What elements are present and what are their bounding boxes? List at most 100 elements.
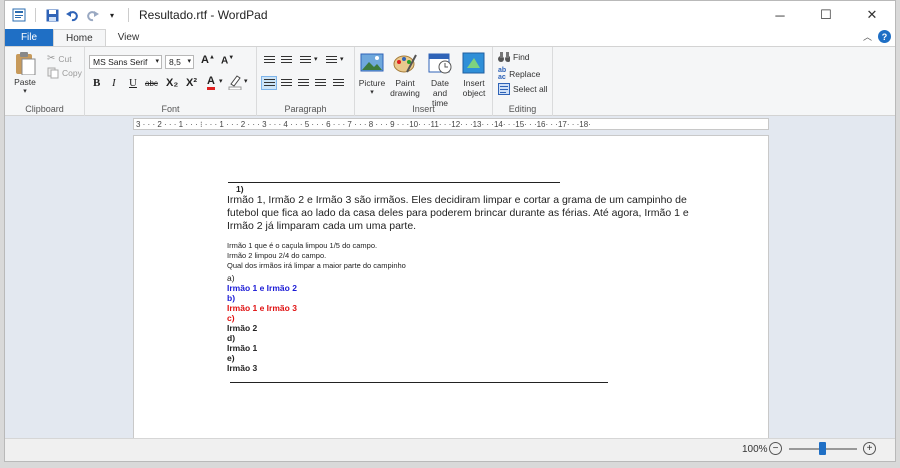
underline-button[interactable]: U <box>129 77 137 89</box>
calendar-clock-icon <box>428 53 452 74</box>
italic-button[interactable]: I <box>112 77 116 89</box>
paint-label-2: drawing <box>390 88 420 98</box>
clipboard-group-label: Clipboard <box>25 104 64 114</box>
undo-icon[interactable] <box>64 7 80 23</box>
align-right-icon <box>297 78 309 88</box>
paste-button[interactable]: Paste ▾ <box>13 51 37 97</box>
grow-font-button[interactable]: A▲ <box>201 54 215 66</box>
minimize-button[interactable]: ─ <box>757 1 803 29</box>
option-letter: d) <box>227 333 236 343</box>
ruler-scale: 3 · · · 2 · · · 1 · · · ⁝ · · · 1 · · · … <box>136 120 591 129</box>
date-time-button[interactable]: Date and time <box>423 52 457 108</box>
status-bar: 100% − + <box>5 438 895 461</box>
paste-label: Paste <box>14 77 36 87</box>
bullets-button[interactable] <box>297 53 313 67</box>
copy-icon <box>47 67 59 79</box>
picture-dropdown-icon[interactable]: ▾ <box>370 88 374 98</box>
subscript-button[interactable]: X₂ <box>166 77 178 89</box>
align-left-icon <box>263 78 275 88</box>
line-spacing-button[interactable] <box>323 53 339 67</box>
line-spacing-dropdown-icon[interactable]: ▾ <box>340 55 344 63</box>
answer-options: a) Irmão 1 e Irmão 2 b) Irmão 1 e Irmão … <box>227 273 427 373</box>
font-size-value: 8,5 <box>169 57 181 67</box>
option-text: Irmão 2 <box>227 323 258 333</box>
ribbon-right-controls: ︿ ? <box>863 30 891 43</box>
window-title: Resultado.rtf - WordPad <box>139 8 268 22</box>
option-letter: c) <box>227 313 235 323</box>
statement-line: futebol que fica ao lado da casa deles p… <box>227 207 689 219</box>
highlight-dropdown-icon[interactable]: ▾ <box>244 77 248 85</box>
replace-label: Replace <box>509 69 541 79</box>
font-size-dropdown[interactable]: 8,5 ▾ <box>165 55 194 69</box>
maximize-button[interactable]: ☐ <box>803 1 849 29</box>
ruler[interactable]: 3 · · · 2 · · · 1 · · · ⁝ · · · 1 · · · … <box>133 118 769 130</box>
ribbon-tabs: File Home View ︿ ? <box>5 29 895 46</box>
tab-view[interactable]: View <box>106 29 152 46</box>
help-icon[interactable]: ? <box>878 30 891 43</box>
font-family-dropdown[interactable]: MS Sans Serif ▾ <box>89 55 162 69</box>
strikethrough-button[interactable]: abc <box>145 79 158 88</box>
paragraph-group-label: Paragraph <box>284 104 327 114</box>
redo-icon[interactable] <box>84 7 100 23</box>
zoom-slider-thumb[interactable] <box>819 442 826 455</box>
bold-button[interactable]: B <box>93 77 100 89</box>
tab-home[interactable]: Home <box>53 29 106 46</box>
cut-label: Cut <box>58 53 72 64</box>
option-text: Irmão 3 <box>227 363 258 373</box>
text-color-dropdown-icon[interactable]: ▾ <box>219 77 223 85</box>
insert-object-label-2: object <box>462 88 486 98</box>
bullets-dropdown-icon[interactable]: ▾ <box>314 55 318 63</box>
chevron-down-icon: ▾ <box>187 58 191 65</box>
bottom-horizontal-rule <box>230 382 608 383</box>
increase-indent-button[interactable] <box>278 53 294 67</box>
replace-icon: ab ac <box>498 67 507 81</box>
highlight-button[interactable] <box>228 74 242 93</box>
question-statement: Irmão 1, Irmão 2 e Irmão 3 são irmãos. E… <box>227 194 767 233</box>
paragraph-settings-button[interactable] <box>330 76 346 90</box>
justify-icon <box>314 78 326 88</box>
close-button[interactable]: ✕ <box>849 1 895 29</box>
paste-dropdown-icon[interactable]: ▾ <box>23 87 27 97</box>
decrease-indent-button[interactable] <box>261 53 277 67</box>
clipboard-group: Paste ▾ ✂ Cut Copy Clipboard <box>5 47 85 116</box>
title-bar: ▾ Resultado.rtf - WordPad ─ ☐ ✕ <box>5 1 895 29</box>
shrink-font-button[interactable]: A▼ <box>221 55 234 66</box>
wordpad-app-icon <box>11 7 27 23</box>
copy-button[interactable]: Copy <box>47 67 82 79</box>
cut-button[interactable]: ✂ Cut <box>47 53 72 64</box>
find-button[interactable]: Find <box>498 51 530 63</box>
font-group: MS Sans Serif ▾ 8,5 ▾ A▲ A▼ B I U abc X₂… <box>85 47 257 116</box>
document-area: 3 · · · 2 · · · 1 · · · ⁝ · · · 1 · · · … <box>5 116 895 445</box>
editing-group-label: Editing <box>508 104 537 114</box>
font-family-value: MS Sans Serif <box>93 57 148 67</box>
picture-button[interactable]: Picture ▾ <box>358 52 386 98</box>
align-center-button[interactable] <box>278 76 294 90</box>
tab-file[interactable]: File <box>5 29 53 46</box>
picture-icon <box>360 53 384 72</box>
customize-qat-icon[interactable]: ▾ <box>104 7 120 23</box>
select-all-button[interactable]: Select all <box>498 83 548 95</box>
copy-label: Copy <box>62 68 82 78</box>
align-right-button[interactable] <box>295 76 311 90</box>
detail-line: Qual dos irmãos irá limpar a maior parte… <box>227 261 406 270</box>
save-icon[interactable] <box>44 7 60 23</box>
select-all-label: Select all <box>513 84 548 94</box>
zoom-out-button[interactable]: − <box>769 442 782 455</box>
detail-line: Irmão 1 que é o caçula limpou 1/5 do cam… <box>227 241 378 250</box>
align-left-button[interactable] <box>261 76 277 90</box>
date-time-label-1: Date and <box>431 78 449 98</box>
option-text: Irmão 1 <box>227 343 258 353</box>
text-color-button[interactable]: A <box>207 75 215 90</box>
replace-button[interactable]: ab ac Replace <box>498 67 540 81</box>
document-page[interactable]: 1) Irmão 1, Irmão 2 e Irmão 3 são irmãos… <box>133 135 769 445</box>
insert-object-button[interactable]: Insert object <box>458 52 490 98</box>
justify-button[interactable] <box>312 76 328 90</box>
highlighter-icon <box>228 75 242 91</box>
paint-drawing-button[interactable]: Paint drawing <box>388 52 422 98</box>
question-number: 1) <box>236 184 244 194</box>
zoom-in-button[interactable]: + <box>863 442 876 455</box>
superscript-button[interactable]: X² <box>186 77 197 89</box>
increase-indent-icon <box>280 55 292 65</box>
decrease-indent-icon <box>263 55 275 65</box>
collapse-ribbon-icon[interactable]: ︿ <box>863 30 872 43</box>
